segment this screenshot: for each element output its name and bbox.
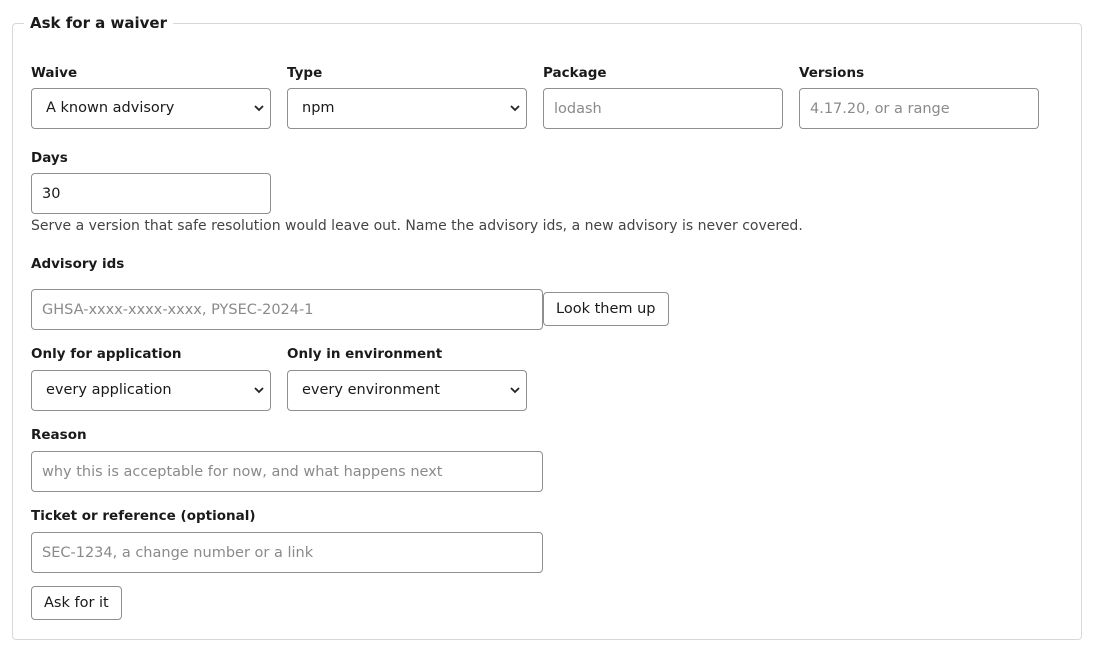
days-input[interactable] <box>31 173 271 214</box>
look-them-up-button[interactable]: Look them up <box>543 292 669 326</box>
waive-label: Waive <box>31 65 78 81</box>
waiver-hint-text: Serve a version that safe resolution wou… <box>31 218 803 234</box>
environment-label: Only in environment <box>287 346 443 362</box>
versions-label: Versions <box>799 65 865 81</box>
ticket-label: Ticket or reference (optional) <box>31 508 256 524</box>
type-select[interactable]: npm <box>287 88 527 129</box>
application-select-value: every application <box>46 382 172 398</box>
package-input[interactable] <box>543 88 783 129</box>
type-select-value: npm <box>302 100 335 116</box>
form-title: Ask for a waiver <box>24 12 173 34</box>
versions-input[interactable] <box>799 88 1039 129</box>
environment-select[interactable]: every environment <box>287 370 527 411</box>
package-label: Package <box>543 65 607 81</box>
chevron-down-icon <box>254 387 264 394</box>
ask-for-it-button[interactable]: Ask for it <box>31 586 122 620</box>
application-select[interactable]: every application <box>31 370 271 411</box>
waive-select-value: A known advisory <box>46 100 175 116</box>
application-label: Only for application <box>31 346 182 362</box>
type-label: Type <box>287 65 323 81</box>
environment-select-value: every environment <box>302 382 440 398</box>
waive-select[interactable]: A known advisory <box>31 88 271 129</box>
chevron-down-icon <box>510 387 520 394</box>
chevron-down-icon <box>510 105 520 112</box>
advisory-ids-label: Advisory ids <box>31 256 125 272</box>
reason-label: Reason <box>31 427 87 443</box>
ticket-input[interactable] <box>31 532 543 573</box>
chevron-down-icon <box>254 105 264 112</box>
reason-input[interactable] <box>31 451 543 492</box>
days-label: Days <box>31 150 68 166</box>
advisory-ids-input[interactable] <box>31 289 543 330</box>
